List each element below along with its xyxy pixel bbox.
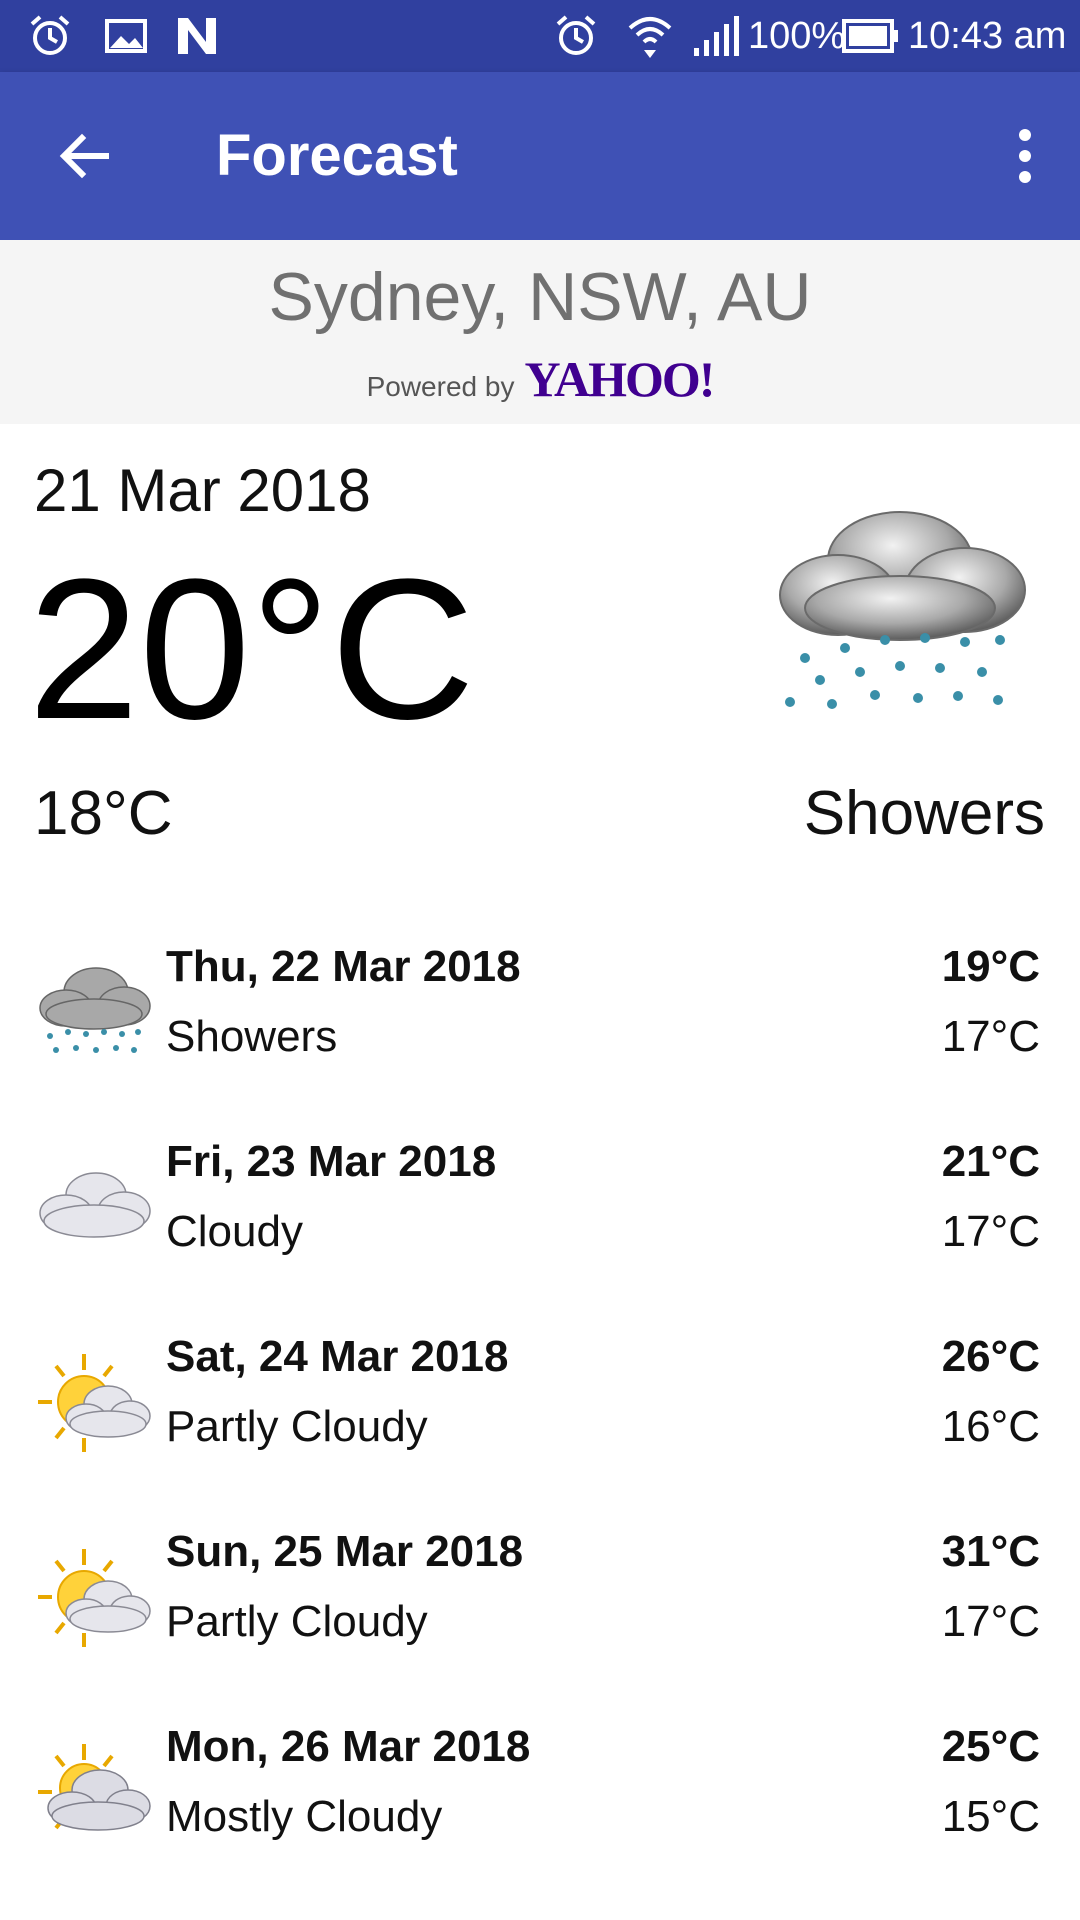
today-condition: Showers [803,779,1045,848]
cloudy-icon [34,1151,154,1261]
partly-cloudy-icon [34,1346,154,1456]
forecast-low: 17°C [941,1207,1040,1256]
back-arrow-icon[interactable] [44,116,124,196]
today-date: 21 Mar 2018 [34,457,371,524]
forecast-row-fri[interactable]: Fri, 23 Mar 2018 Cloudy 21°C 17°C [0,1125,1080,1315]
forecast-date: Fri, 23 Mar 2018 [166,1137,497,1186]
forecast-high: 26°C [941,1332,1040,1381]
showers-icon [760,490,1040,730]
forecast-date: Thu, 22 Mar 2018 [166,942,521,991]
forecast-row-thu[interactable]: Thu, 22 Mar 2018 Showers 19°C 17°C [0,930,1080,1120]
clock: 10:43 am [908,14,1067,57]
city-name: Sydney, NSW, AU [268,259,812,335]
forecast-low: 17°C [941,1012,1040,1061]
yahoo-attribution[interactable]: Powered by YAHOO! [0,350,1080,408]
forecast-low: 16°C [941,1402,1040,1451]
partly-cloudy-icon [34,1541,154,1651]
today-low-temperature: 18°C [34,779,173,848]
image-icon [104,0,148,72]
today-temperature: 20°C [28,538,475,761]
mostly-cloudy-icon [34,1736,154,1846]
forecast-high: 31°C [941,1527,1040,1576]
forecast-high: 19°C [941,942,1040,991]
forecast-condition: Showers [166,1012,338,1061]
forecast-high: 21°C [941,1137,1040,1186]
forecast-date: Mon, 26 Mar 2018 [166,1722,531,1771]
forecast-date: Sat, 24 Mar 2018 [166,1332,509,1381]
forecast-row-sun[interactable]: Sun, 25 Mar 2018 Partly Cloudy 31°C 17°C [0,1515,1080,1705]
alarm-icon [554,0,598,72]
yahoo-logo: YAHOO! [524,351,715,407]
location-header: Sydney, NSW, AU Powered by YAHOO! [0,240,1080,424]
app-bar: Forecast [0,72,1080,240]
forecast-row-sat[interactable]: Sat, 24 Mar 2018 Partly Cloudy 26°C 16°C [0,1320,1080,1510]
forecast-condition: Partly Cloudy [166,1402,428,1451]
more-options-icon[interactable] [990,116,1060,196]
forecast-condition: Cloudy [166,1207,303,1256]
forecast-condition: Partly Cloudy [166,1597,428,1646]
battery-icon [842,0,898,72]
showers-icon [34,956,154,1066]
forecast-condition: Mostly Cloudy [166,1792,443,1841]
battery-percent: 100% [748,14,846,57]
forecast-low: 15°C [941,1792,1040,1841]
n-app-icon [174,0,220,72]
wifi-icon [626,0,674,72]
forecast-high: 25°C [941,1722,1040,1771]
forecast-low: 17°C [941,1597,1040,1646]
signal-icon [692,0,740,72]
page-title: Forecast [216,123,458,188]
forecast-row-mon[interactable]: Mon, 26 Mar 2018 Mostly Cloudy 25°C 15°C [0,1710,1080,1900]
powered-by-label: Powered by [366,371,515,402]
status-bar: 100% 10:43 am [0,0,1080,72]
alarm-icon [28,0,72,72]
forecast-date: Sun, 25 Mar 2018 [166,1527,524,1576]
